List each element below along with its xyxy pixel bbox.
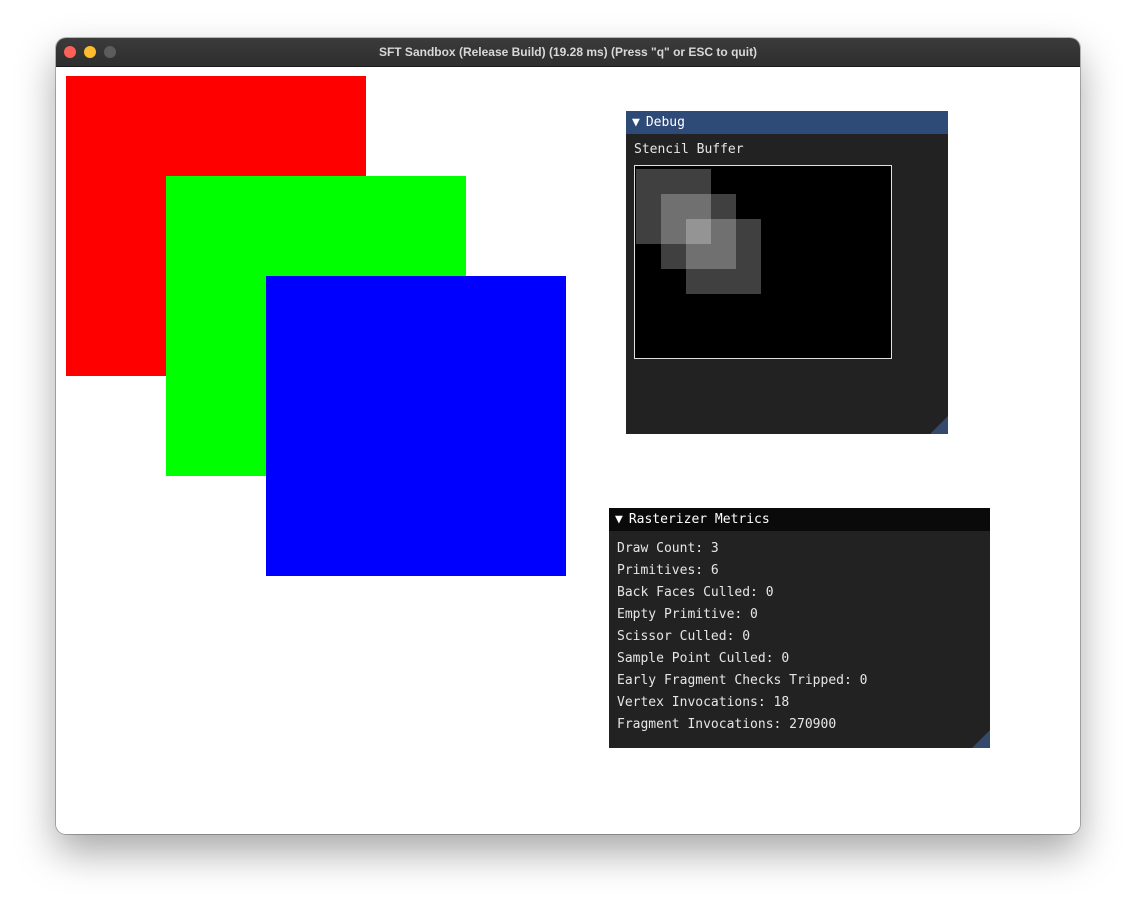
debug-panel[interactable]: ▼ Debug Stencil Buffer <box>626 111 948 434</box>
metric-line: Draw Count: 3 <box>617 541 719 556</box>
metric-line: Back Faces Culled: 0 <box>617 585 774 600</box>
render-viewport: ▼ Debug Stencil Buffer ▼ Rasterizer Metric… <box>56 67 1080 834</box>
stencil-buffer-image <box>634 165 892 359</box>
metric-line: Early Fragment Checks Tripped: 0 <box>617 673 868 688</box>
stencil-square <box>686 219 761 294</box>
metrics-panel-header[interactable]: ▼ Rasterizer Metrics <box>609 508 990 531</box>
metrics-list: Draw Count: 3 Primitives: 6 Back Faces C… <box>617 538 867 736</box>
metric-line: Scissor Culled: 0 <box>617 629 751 644</box>
stencil-buffer-label: Stencil Buffer <box>634 142 744 157</box>
debug-panel-title: Debug <box>645 115 685 130</box>
app-window: SFT Sandbox (Release Build) (19.28 ms) (… <box>56 38 1080 834</box>
metric-line: Sample Point Culled: 0 <box>617 651 790 666</box>
metric-line: Fragment Invocations: 270900 <box>617 717 837 732</box>
rasterizer-metrics-panel[interactable]: ▼ Rasterizer Metrics Draw Count: 3 Primit… <box>609 508 990 748</box>
metric-line: Primitives: 6 <box>617 563 719 578</box>
title-bar[interactable]: SFT Sandbox (Release Build) (19.28 ms) (… <box>56 38 1080 67</box>
resize-grip-icon[interactable] <box>930 416 948 434</box>
collapse-arrow-icon[interactable]: ▼ <box>615 512 623 527</box>
blue-quad <box>266 276 566 576</box>
metrics-panel-title: Rasterizer Metrics <box>628 512 770 527</box>
resize-grip-icon[interactable] <box>972 730 990 748</box>
metric-line: Vertex Invocations: 18 <box>617 695 790 710</box>
collapse-arrow-icon[interactable]: ▼ <box>632 115 640 130</box>
window-title: SFT Sandbox (Release Build) (19.28 ms) (… <box>378 45 758 59</box>
metric-line: Empty Primitive: 0 <box>617 607 758 622</box>
debug-panel-header[interactable]: ▼ Debug <box>626 111 948 134</box>
